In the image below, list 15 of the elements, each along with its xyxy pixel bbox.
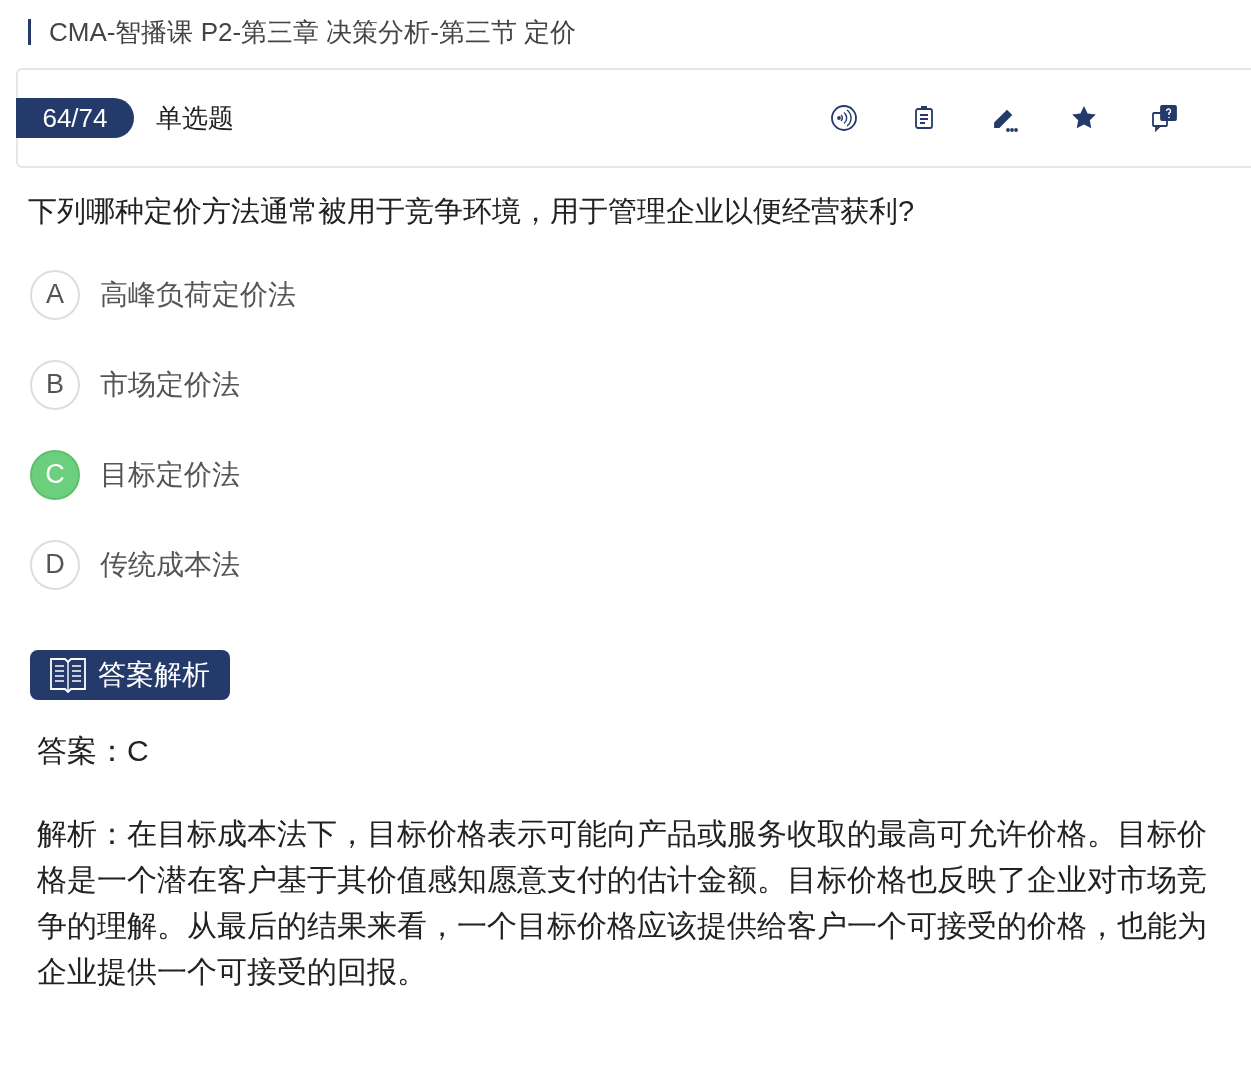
progress-badge: 64/74 <box>16 98 134 138</box>
option-letter[interactable]: D <box>30 539 80 590</box>
option-text[interactable]: 传统成本法 <box>100 543 240 586</box>
explanation-text: 解析：在目标成本法下，目标价格表示可能向产品或服务收取的最高可允许价格。目标价格是一个潜在客户基于其价值感知愿意支付的估计金额。目标价格也反映了企业对市场竞争的理解。从最后的结果来看，一个目标价格应该提供给客户一个可接受的价格，也能为企业提供一个可接受的回报。 <box>37 815 1208 990</box>
breadcrumb-title: CMA-智播课 P2-第三章 决策分析-第三节 定价 <box>49 15 577 49</box>
option-letter[interactable]: B <box>30 359 80 410</box>
question-type-label: 单选题 <box>156 101 234 135</box>
answer-text: 答案：C <box>37 732 150 769</box>
answer-analysis-button[interactable]: 答案解析 <box>30 649 230 700</box>
option-text[interactable]: 市场定价法 <box>100 363 240 406</box>
book-icon <box>48 655 88 694</box>
option-text[interactable]: 目标定价法 <box>100 453 240 496</box>
question-text: 下列哪种定价方法通常被用于竞争环境，用于管理企业以便经营获利? <box>28 194 916 229</box>
option-text[interactable]: 高峰负荷定价法 <box>100 273 296 316</box>
option-letter[interactable]: A <box>30 269 80 320</box>
